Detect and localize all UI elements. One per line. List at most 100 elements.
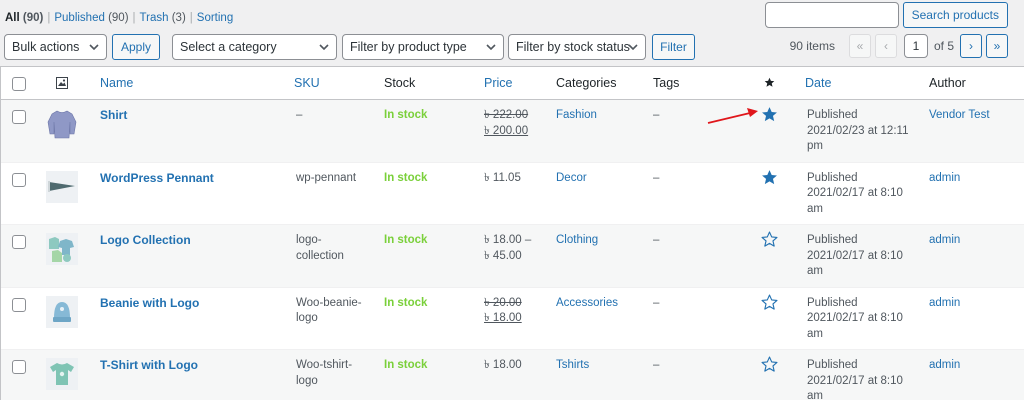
- separator: |: [47, 12, 51, 24]
- category-link[interactable]: Accessories: [556, 296, 618, 312]
- pennant-thumbnail[interactable]: [46, 170, 78, 203]
- column-name[interactable]: Name: [100, 76, 133, 90]
- author-link[interactable]: admin: [929, 171, 960, 187]
- filter-all-link[interactable]: All (90): [5, 12, 43, 24]
- items-count: 90 items: [789, 39, 835, 53]
- stock-status-select[interactable]: Filter by stock status: [508, 34, 646, 60]
- table-row: Shirt – In stock ৳ 222.00 ৳ 200.00 Fashio…: [1, 100, 1024, 163]
- product-price: ৳ 18.00: [484, 359, 522, 371]
- chevron-down-icon: [319, 44, 329, 51]
- row-checkbox[interactable]: [12, 172, 26, 187]
- filter-button[interactable]: Filter: [652, 34, 695, 60]
- filter-trash-count: (3): [171, 12, 186, 24]
- column-sku[interactable]: SKU: [294, 76, 320, 90]
- product-type-select[interactable]: Filter by product type: [342, 34, 504, 60]
- product-name-link[interactable]: T-Shirt with Logo: [100, 358, 198, 374]
- author-link[interactable]: admin: [929, 296, 960, 312]
- product-name-link[interactable]: Beanie with Logo: [100, 296, 199, 312]
- date-status: Published: [807, 359, 858, 371]
- filter-trash-link[interactable]: Trash (3): [140, 12, 186, 24]
- date-status: Published: [807, 234, 858, 246]
- filter-trash-label: Trash: [139, 12, 169, 24]
- row-checkbox[interactable]: [12, 235, 26, 249]
- first-page-button[interactable]: «: [848, 34, 871, 58]
- product-price: ৳ 222.00 ৳ 200.00: [484, 108, 528, 139]
- search-input[interactable]: [764, 2, 899, 28]
- sale-price: ৳ 18.00: [484, 312, 522, 324]
- product-name-link[interactable]: Shirt: [100, 108, 127, 124]
- logo-collection-thumbnail[interactable]: [46, 233, 78, 265]
- featured-star-icon[interactable]: [761, 169, 778, 186]
- row-checkbox[interactable]: [12, 360, 26, 374]
- separator: |: [132, 12, 136, 24]
- product-date: Published 2021/02/23 at 12:11 pm: [807, 108, 908, 155]
- stock-status-select-label: Filter by stock status: [516, 40, 630, 54]
- author-link[interactable]: admin: [929, 233, 960, 249]
- featured-star-outline-icon[interactable]: [761, 356, 778, 373]
- date-value: 2021/02/17 at 8:10: [807, 187, 903, 199]
- date-status: Published: [807, 296, 858, 309]
- product-tags: –: [653, 359, 660, 371]
- row-checkbox[interactable]: [12, 110, 26, 124]
- sale-price: ৳ 200.00: [484, 124, 529, 137]
- separator: |: [189, 12, 193, 24]
- product-name-link[interactable]: WordPress Pennant: [100, 171, 214, 187]
- category-select[interactable]: Select a category: [172, 34, 337, 60]
- date-value: 2021/02/23 at 12:11: [807, 124, 909, 137]
- date-meridiem: am: [807, 390, 823, 400]
- product-sku: logo-collection: [296, 233, 344, 264]
- table-row: WordPress Pennant wp-pennant In stock ৳ …: [1, 163, 1024, 225]
- product-price: ৳ 18.00 – ৳ 45.00: [484, 233, 531, 264]
- status-filter-links: All (90) | Published (90) | Trash (3) | Sortin…: [5, 12, 233, 24]
- star-icon[interactable]: [764, 77, 775, 88]
- filter-all-label: All: [5, 12, 20, 24]
- product-date: Published 2021/02/17 at 8:10 am: [807, 296, 903, 343]
- author-link[interactable]: Vendor Test: [929, 108, 990, 124]
- featured-star-outline-icon[interactable]: [761, 293, 778, 311]
- featured-star-outline-icon[interactable]: [761, 231, 778, 248]
- filter-sorting-link[interactable]: Sorting: [197, 12, 233, 24]
- bulk-actions-select[interactable]: Bulk actions: [4, 34, 107, 60]
- last-page-button[interactable]: »: [986, 34, 1008, 58]
- select-all-checkbox[interactable]: [12, 77, 26, 91]
- tshirt-thumbnail[interactable]: [46, 358, 78, 390]
- category-link[interactable]: Fashion: [556, 108, 597, 124]
- filter-published-link[interactable]: Published (90): [54, 12, 128, 24]
- stock-status: In stock: [384, 359, 428, 371]
- shirt-thumbnail[interactable]: [46, 108, 78, 140]
- category-link[interactable]: Clothing: [556, 233, 598, 249]
- stock-status: In stock: [384, 234, 428, 246]
- search-products-button[interactable]: Search products: [902, 2, 1008, 28]
- search-box: Search products: [764, 2, 1008, 28]
- featured-star-icon[interactable]: [761, 106, 778, 123]
- column-categories: Categories: [556, 76, 617, 90]
- column-price[interactable]: Price: [484, 76, 512, 90]
- column-date[interactable]: Date: [805, 76, 831, 90]
- sku-line: logo: [296, 374, 318, 387]
- products-table: Name SKU Stock Price Categories Tags Dat…: [0, 66, 1024, 400]
- product-date: Published 2021/02/17 at 8:10 am: [807, 171, 903, 218]
- stock-status: In stock: [384, 109, 428, 121]
- prev-page-button[interactable]: ‹: [874, 34, 897, 58]
- category-select-label: Select a category: [180, 40, 277, 54]
- next-page-button[interactable]: ›: [960, 34, 982, 58]
- product-name-link[interactable]: Logo Collection: [100, 233, 191, 249]
- product-sku: –: [296, 109, 303, 121]
- category-link[interactable]: Tshirts: [556, 358, 589, 374]
- row-checkbox[interactable]: [12, 297, 26, 312]
- category-link[interactable]: Decor: [556, 171, 587, 187]
- column-tags: Tags: [653, 76, 680, 90]
- table-header: Name SKU Stock Price Categories Tags Dat…: [1, 67, 1024, 100]
- filter-published-label: Published: [54, 12, 105, 24]
- product-date: Published 2021/02/17 at 8:10 am: [807, 233, 903, 280]
- current-page-input[interactable]: 1: [903, 34, 928, 58]
- author-link[interactable]: admin: [929, 358, 960, 374]
- annotation-arrow-icon: [707, 108, 758, 124]
- date-meridiem: pm: [807, 140, 823, 152]
- chevron-down-icon: [486, 44, 496, 51]
- beanie-thumbnail[interactable]: [46, 295, 78, 328]
- date-meridiem: am: [807, 265, 823, 277]
- date-status: Published: [807, 109, 858, 121]
- table-row: Beanie with Logo Woo-beanie-logo In stoc…: [1, 288, 1024, 350]
- apply-button[interactable]: Apply: [112, 34, 160, 60]
